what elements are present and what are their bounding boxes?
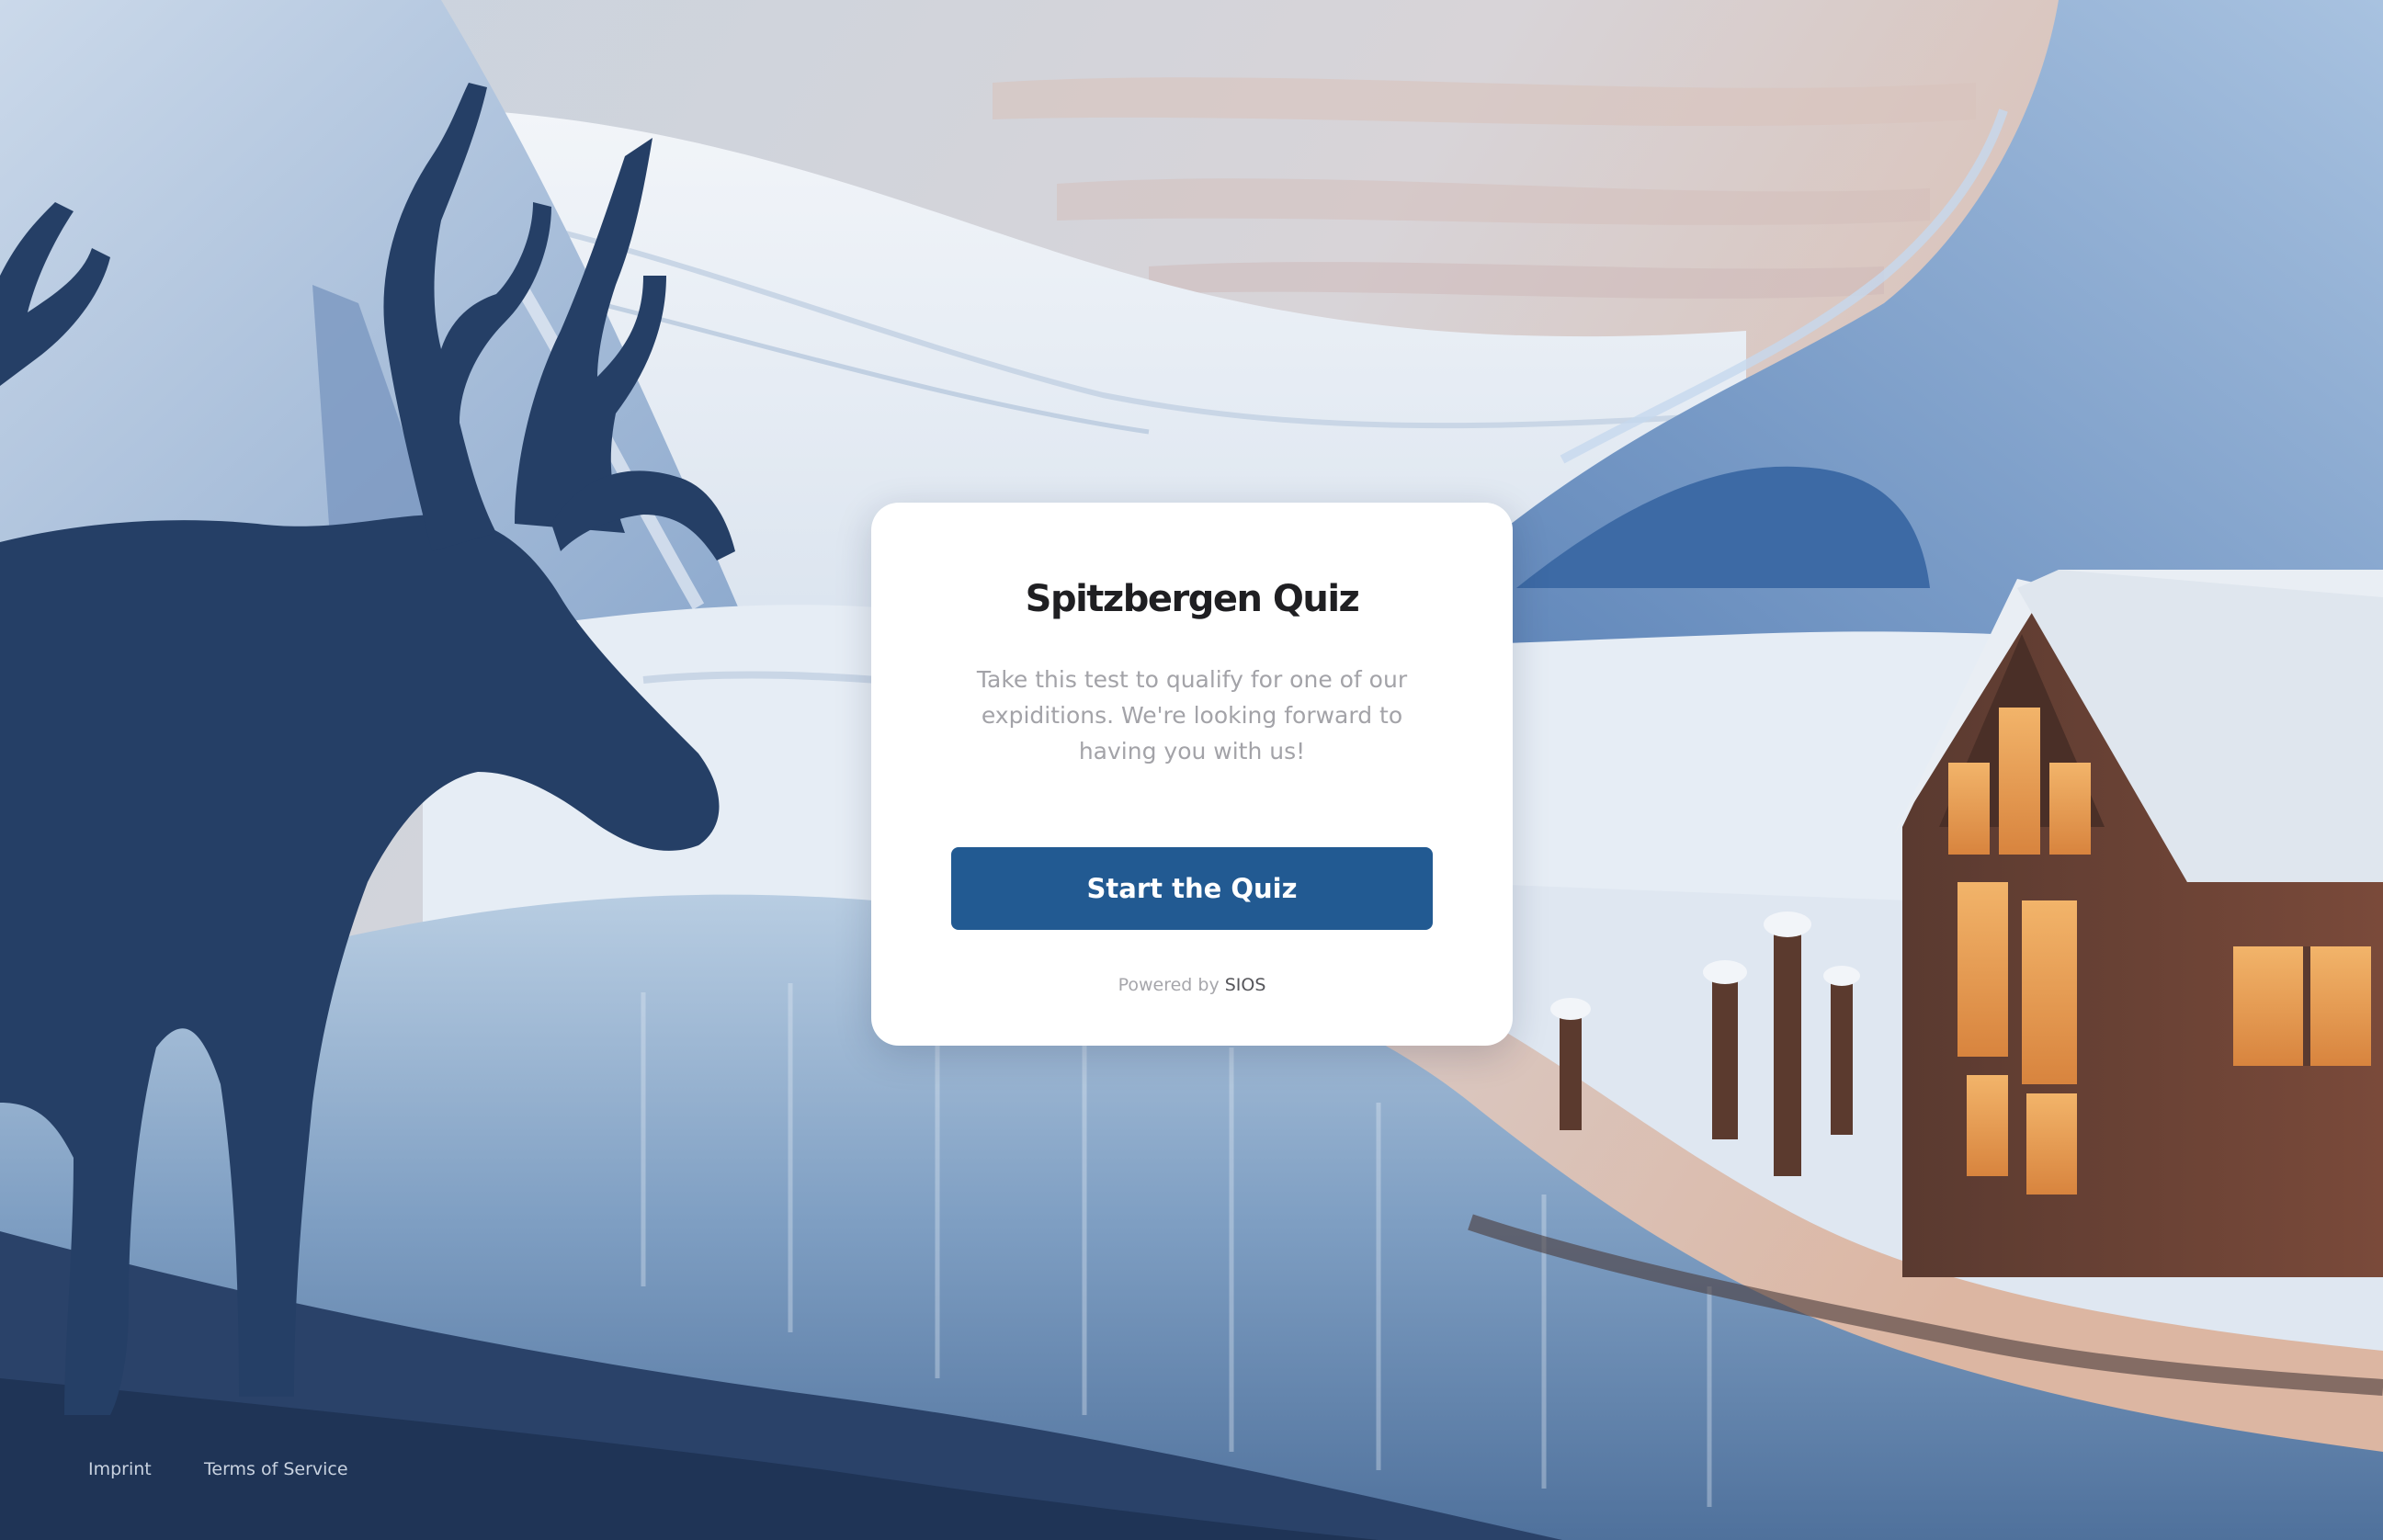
sios-link[interactable]: SIOS: [1225, 975, 1266, 995]
powered-by: Powered by SIOS: [871, 975, 1513, 995]
quiz-card: Spitzbergen Quiz Take this test to quali…: [871, 503, 1513, 1046]
start-quiz-button[interactable]: Start the Quiz: [951, 847, 1433, 930]
imprint-link[interactable]: Imprint: [88, 1459, 152, 1479]
terms-of-service-link[interactable]: Terms of Service: [204, 1459, 348, 1479]
quiz-title: Spitzbergen Quiz: [1025, 578, 1360, 620]
quiz-landing-page: Spitzbergen Quiz Take this test to quali…: [0, 0, 2383, 1540]
powered-by-prefix: Powered by: [1118, 975, 1220, 995]
quiz-description: Take this test to qualify for one of our…: [976, 666, 1408, 764]
